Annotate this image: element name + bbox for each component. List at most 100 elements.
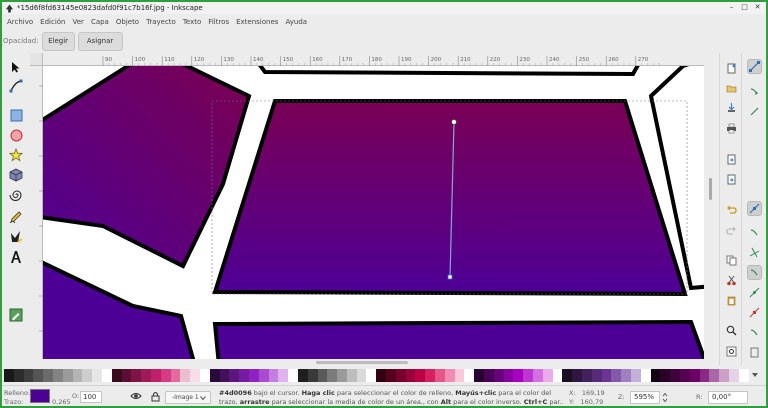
palette-swatch[interactable] xyxy=(337,369,347,382)
menu-texto[interactable]: Texto xyxy=(180,18,204,26)
snap-path-toggle[interactable] xyxy=(747,225,762,240)
shape-bottom[interactable] xyxy=(212,319,704,359)
palette-swatch[interactable] xyxy=(219,369,230,382)
palette-swatch[interactable] xyxy=(631,369,641,382)
palette-swatch[interactable] xyxy=(542,369,553,382)
palette-swatch[interactable] xyxy=(43,369,53,382)
zoom-input[interactable]: 595% xyxy=(630,391,660,404)
palette-swatch[interactable] xyxy=(258,369,269,382)
circle-tool[interactable] xyxy=(8,127,24,143)
palette-scrollbar[interactable] xyxy=(316,361,408,364)
snap-page-toggle[interactable] xyxy=(747,345,762,360)
paste-button[interactable] xyxy=(724,293,739,308)
snap-center-toggle[interactable] xyxy=(747,305,762,320)
selector-tool[interactable] xyxy=(8,59,24,75)
palette-swatch[interactable] xyxy=(552,369,563,382)
palette-swatch[interactable] xyxy=(356,369,367,382)
palette-swatch[interactable] xyxy=(513,369,524,382)
palette-swatch[interactable] xyxy=(582,369,592,382)
snap-enable-toggle[interactable] xyxy=(747,59,762,74)
palette-swatch[interactable] xyxy=(111,369,122,382)
layer-select[interactable]: -Image 1 xyxy=(165,391,211,404)
horizontal-ruler[interactable]: 90 100 110 120 130 140 150 160 170 180 190 200 210 22… xyxy=(43,53,704,66)
text-tool[interactable] xyxy=(8,249,24,265)
palette-swatch[interactable] xyxy=(444,369,455,382)
palette-swatch[interactable] xyxy=(376,369,387,382)
palette-swatch[interactable] xyxy=(33,369,44,382)
palette-swatch[interactable] xyxy=(601,369,612,382)
shape-lower-left[interactable] xyxy=(43,258,196,359)
palette-swatch[interactable] xyxy=(415,369,426,382)
palette-swatch[interactable] xyxy=(523,369,534,382)
palette-swatch[interactable] xyxy=(190,369,200,382)
open-button[interactable] xyxy=(724,81,739,96)
rect-tool[interactable] xyxy=(8,107,24,123)
palette-swatch[interactable] xyxy=(346,369,357,382)
menu-extensiones[interactable]: Extensiones xyxy=(233,18,281,26)
snap-bbox-edge-toggle[interactable] xyxy=(747,104,762,119)
zoom-drawing-button[interactable] xyxy=(724,344,739,359)
new-document-button[interactable] xyxy=(724,61,739,76)
palette-swatch[interactable] xyxy=(435,369,445,382)
redo-button[interactable] xyxy=(724,223,739,238)
rotation-input[interactable]: 0,00° xyxy=(708,391,748,404)
star-tool[interactable] xyxy=(8,147,24,163)
palette-swatch[interactable] xyxy=(611,369,622,382)
palette-swatch[interactable] xyxy=(278,369,289,382)
palette-swatch[interactable] xyxy=(650,369,661,382)
palette-swatch[interactable] xyxy=(317,369,328,382)
fill-indicator[interactable] xyxy=(30,389,50,403)
palette-swatch[interactable] xyxy=(699,369,710,382)
palette-swatch[interactable] xyxy=(689,369,700,382)
snap-nodes-toggle[interactable] xyxy=(747,201,762,216)
palette-swatch[interactable] xyxy=(572,369,583,382)
palette-swatch[interactable] xyxy=(621,369,631,382)
node-tool[interactable] xyxy=(8,78,24,94)
palette-swatch[interactable] xyxy=(229,369,240,382)
palette-swatch[interactable] xyxy=(307,369,318,382)
palette-swatch[interactable] xyxy=(239,369,249,382)
palette-swatch[interactable] xyxy=(425,369,436,382)
palette-swatch[interactable] xyxy=(4,369,14,382)
palette-swatch[interactable] xyxy=(738,369,749,382)
vertical-scroll-thumb[interactable] xyxy=(709,178,712,200)
palette-swatch[interactable] xyxy=(493,369,504,382)
box3d-tool[interactable] xyxy=(8,167,24,183)
palette-swatch[interactable] xyxy=(454,369,465,382)
palette-swatch[interactable] xyxy=(640,369,651,382)
palette-swatch[interactable] xyxy=(62,369,73,382)
palette-swatch[interactable] xyxy=(562,369,573,382)
palette-swatch[interactable] xyxy=(268,369,279,382)
palette-swatch[interactable] xyxy=(679,369,690,382)
palette-swatch[interactable] xyxy=(660,369,671,382)
shape-top-strip[interactable] xyxy=(253,66,643,77)
gradient-end-handle[interactable] xyxy=(447,274,453,280)
export-button[interactable] xyxy=(724,172,739,187)
stroke-width[interactable]: 0,265 xyxy=(52,398,71,406)
spiral-tool[interactable] xyxy=(8,187,24,203)
palette-swatch[interactable] xyxy=(484,369,494,382)
menu-ayuda[interactable]: Ayuda xyxy=(282,18,310,26)
palette-swatch[interactable] xyxy=(395,369,406,382)
calligraphy-tool[interactable] xyxy=(8,229,24,245)
snap-intersection-toggle[interactable] xyxy=(747,245,762,260)
import-button[interactable] xyxy=(724,152,739,167)
menu-capa[interactable]: Capa xyxy=(88,18,112,26)
menu-trayecto[interactable]: Trayecto xyxy=(143,18,179,26)
snap-bbox-toggle[interactable] xyxy=(747,84,762,99)
palette-swatch[interactable] xyxy=(591,369,602,382)
palette-swatch[interactable] xyxy=(101,369,112,382)
palette-swatch[interactable] xyxy=(13,369,24,382)
palette-swatch[interactable] xyxy=(141,369,151,382)
dropper-tool[interactable] xyxy=(8,307,24,323)
menu-objeto[interactable]: Objeto xyxy=(113,18,142,26)
palette-swatch[interactable] xyxy=(72,369,83,382)
undo-button[interactable] xyxy=(724,202,739,217)
vertical-scrollbar[interactable] xyxy=(704,66,718,359)
save-button[interactable] xyxy=(724,100,739,115)
shape-top-left[interactable] xyxy=(43,66,252,269)
menu-edicion[interactable]: Edición xyxy=(37,18,68,26)
palette-swatch[interactable] xyxy=(160,369,171,382)
snap-smooth-toggle[interactable] xyxy=(747,265,762,280)
palette-swatch[interactable] xyxy=(131,369,142,382)
